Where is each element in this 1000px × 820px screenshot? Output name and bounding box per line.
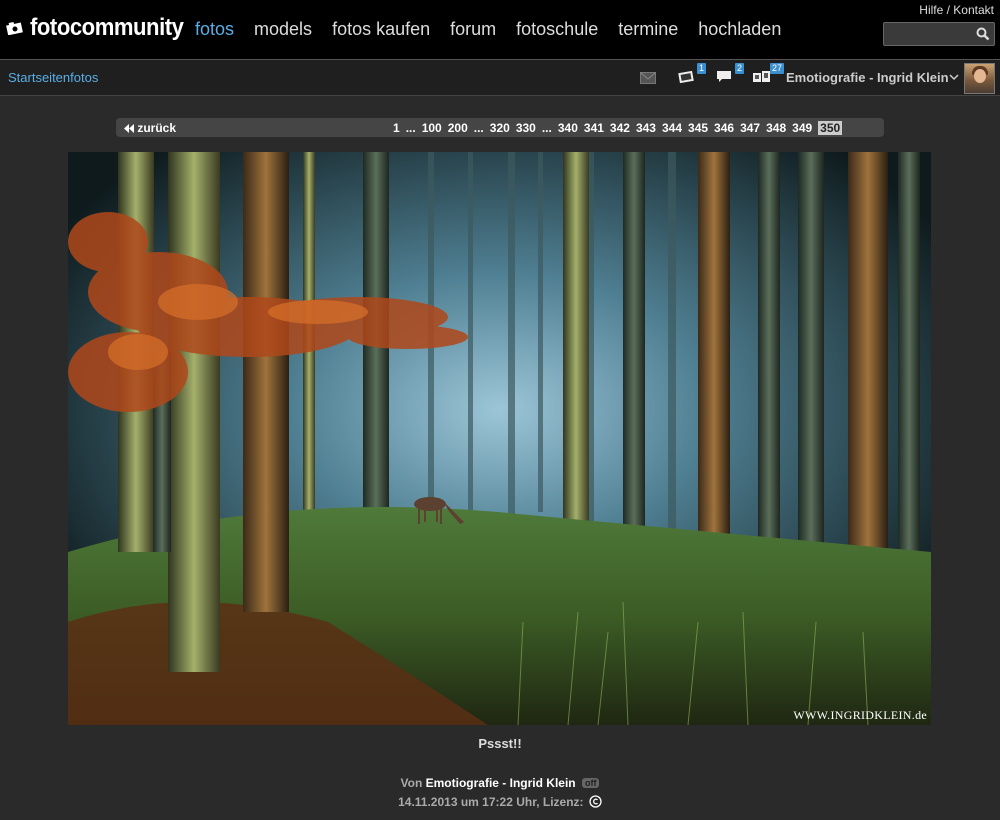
comments-icon	[717, 71, 731, 82]
credit-by-label: Von	[400, 776, 423, 790]
main-nav: fotos models fotos kaufen forum fotoschu…	[195, 19, 801, 40]
page-link[interactable]: 330	[516, 121, 536, 135]
photos-count-badge: 1	[696, 63, 706, 74]
pagination-bar: zurück 1... 100 200... 320 330... 340 341 342 34…	[116, 118, 884, 137]
nav-fotos-kaufen[interactable]: fotos kaufen	[332, 19, 430, 40]
page-link[interactable]: 342	[610, 121, 630, 135]
help-contact-link[interactable]: Hilfe / Kontakt	[919, 3, 994, 17]
page-link[interactable]: 345	[688, 121, 708, 135]
page-link[interactable]: 340	[558, 121, 578, 135]
search-icon[interactable]	[976, 27, 990, 41]
main-photo[interactable]: WWW.INGRIDKLEIN.de	[68, 152, 931, 725]
mail-icon[interactable]	[640, 72, 656, 84]
page-list: 1... 100 200... 320 330... 340 341 342 343 344 345…	[393, 121, 843, 135]
page-link[interactable]: 200	[448, 121, 468, 135]
nav-termine[interactable]: termine	[618, 19, 678, 40]
page-link[interactable]: 343	[636, 121, 656, 135]
user-menu[interactable]: Emotiografie - Ingrid Klein	[786, 70, 949, 85]
nav-forum[interactable]: forum	[450, 19, 496, 40]
copyright-icon[interactable]	[589, 795, 602, 808]
page-link[interactable]: 320	[490, 121, 510, 135]
double-chevron-left-icon	[124, 124, 134, 133]
nav-hochladen[interactable]: hochladen	[698, 19, 781, 40]
photo-credit: Von Emotiografie - Ingrid Klein off	[0, 776, 1000, 790]
photos-icon	[678, 70, 694, 84]
photo-watermark: WWW.INGRIDKLEIN.de	[793, 708, 927, 722]
search-box	[883, 22, 995, 46]
nav-fotoschule[interactable]: fotoschule	[516, 19, 598, 40]
forest-deer-photo	[68, 152, 931, 725]
nav-models[interactable]: models	[254, 19, 312, 40]
comments-count-badge: 2	[734, 63, 744, 74]
sub-bar: Startseitenfotos 1 2 27 Emotiografie - I…	[0, 59, 1000, 96]
page-link[interactable]: 348	[766, 121, 786, 135]
date-text: 14.11.2013 um 17:22 Uhr, Lizenz:	[398, 795, 584, 809]
page-link[interactable]: 344	[662, 121, 682, 135]
comments-notification[interactable]: 2	[716, 63, 744, 85]
logo-text: fotocommunity	[30, 14, 184, 41]
camera-logo-icon	[6, 21, 23, 35]
page-ellipsis: ...	[405, 121, 416, 135]
chevron-down-icon[interactable]	[949, 72, 959, 82]
photo-date: 14.11.2013 um 17:22 Uhr, Lizenz:	[0, 795, 1000, 809]
page-current[interactable]: 350	[818, 121, 843, 135]
page-link[interactable]: 341	[584, 121, 604, 135]
page-ellipsis: ...	[473, 121, 484, 135]
page-link[interactable]: 349	[792, 121, 812, 135]
photos-notification[interactable]: 1	[678, 63, 706, 85]
back-label: zurück	[137, 121, 177, 135]
nav-fotos[interactable]: fotos	[195, 19, 234, 40]
page-link[interactable]: 1	[393, 121, 400, 135]
top-bar: fotocommunity fotos models fotos kaufen …	[0, 0, 1000, 59]
search-input[interactable]	[884, 23, 972, 45]
author-link[interactable]: Emotiografie - Ingrid Klein	[426, 776, 576, 790]
page-link[interactable]: 346	[714, 121, 734, 135]
buddies-notification[interactable]: 27	[752, 63, 784, 85]
logo[interactable]: fotocommunity	[6, 14, 197, 42]
buddies-count-badge: 27	[769, 63, 784, 74]
photo-title: Pssst!!	[478, 736, 522, 751]
page-link[interactable]: 347	[740, 121, 760, 135]
page-link[interactable]: 100	[422, 121, 442, 135]
status-badge: off	[581, 778, 600, 788]
avatar[interactable]	[964, 63, 995, 94]
back-button[interactable]: zurück	[124, 121, 176, 135]
startseitenfotos-link[interactable]: Startseitenfotos	[8, 70, 98, 85]
page-ellipsis: ...	[541, 121, 552, 135]
